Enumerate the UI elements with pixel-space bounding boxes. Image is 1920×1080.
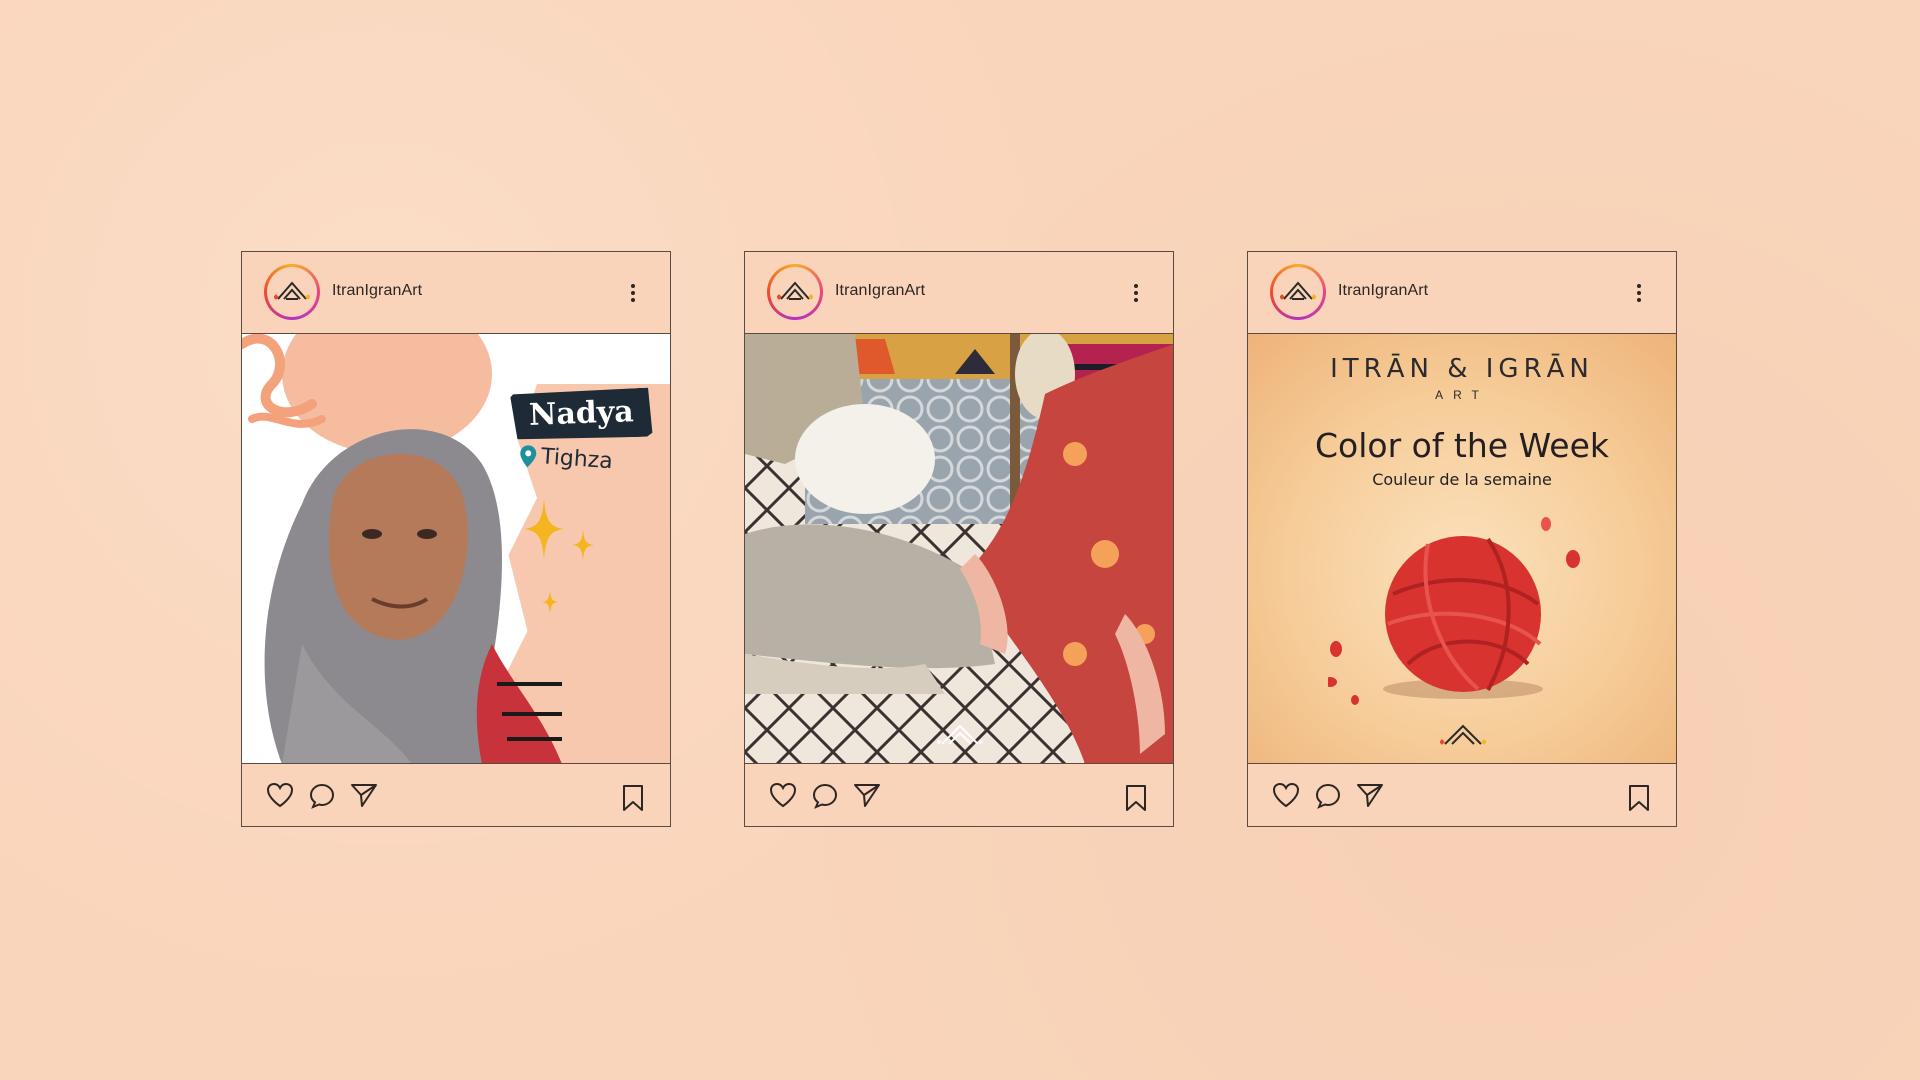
comment-icon[interactable] xyxy=(308,782,336,810)
username[interactable]: ItranIgranArt xyxy=(1338,282,1428,300)
sparkle-icon xyxy=(572,529,594,561)
more-vertical-icon[interactable] xyxy=(1133,282,1139,304)
bookmark-icon[interactable] xyxy=(1628,784,1650,812)
post-image-color-of-week[interactable]: ITRĀN & IGRĀN ART Color of the Week Coul… xyxy=(1248,334,1676,764)
heart-icon[interactable] xyxy=(769,782,797,808)
post-card-1: ItranIgranArt Nadya Tighza xyxy=(241,251,671,827)
brand-title: ITRĀN & IGRĀN xyxy=(1330,354,1594,384)
more-vertical-icon[interactable] xyxy=(630,282,636,304)
heart-icon[interactable] xyxy=(1272,782,1300,808)
comment-icon[interactable] xyxy=(1314,782,1342,810)
sparkle-icon xyxy=(542,590,558,614)
post-header: ItranIgranArt xyxy=(1248,252,1676,334)
post-header: ItranIgranArt xyxy=(745,252,1173,334)
brand-logo-icon xyxy=(267,267,317,317)
heart-icon[interactable] xyxy=(266,782,294,808)
post-card-2: ItranIgranArt xyxy=(744,251,1174,827)
more-vertical-icon[interactable] xyxy=(1636,282,1642,304)
username[interactable]: ItranIgranArt xyxy=(835,282,925,300)
brand-logo-icon xyxy=(770,267,820,317)
yarn-ball-image xyxy=(1328,517,1580,705)
bookmark-icon[interactable] xyxy=(1125,784,1147,812)
page-background: ItranIgranArt Nadya Tighza ItranIgranArt… xyxy=(0,0,1920,1080)
headline: Color of the Week xyxy=(1314,426,1609,465)
name-tag: Nadya xyxy=(510,388,652,442)
woman-portrait xyxy=(264,429,562,763)
post-actions xyxy=(745,764,1173,826)
post-image-portrait[interactable]: Nadya Tighza xyxy=(242,334,670,764)
profile-avatar[interactable] xyxy=(767,264,823,320)
username[interactable]: ItranIgranArt xyxy=(332,282,422,300)
location-text: Tighza xyxy=(540,444,614,475)
location-pin-icon xyxy=(520,444,537,467)
brand-subtitle: ART xyxy=(1435,388,1489,402)
weaving-photo xyxy=(745,334,1173,763)
profile-avatar[interactable] xyxy=(1270,264,1326,320)
post-header: ItranIgranArt xyxy=(242,252,670,334)
send-icon[interactable] xyxy=(350,782,378,808)
bookmark-icon[interactable] xyxy=(622,784,644,812)
post-image-weaving[interactable] xyxy=(745,334,1173,764)
post-card-3: ItranIgranArt ITRĀN & IGRĀN ART Color of… xyxy=(1247,251,1677,827)
send-icon[interactable] xyxy=(853,782,881,808)
post-actions xyxy=(242,764,670,826)
send-icon[interactable] xyxy=(1356,782,1384,808)
post-actions xyxy=(1248,764,1676,826)
subheadline: Couleur de la semaine xyxy=(1372,470,1552,489)
profile-avatar[interactable] xyxy=(264,264,320,320)
sparkle-icon xyxy=(524,499,564,559)
brand-logo-icon xyxy=(1273,267,1323,317)
comment-icon[interactable] xyxy=(811,782,839,810)
footer-logo-icon xyxy=(1440,724,1486,745)
watermark-logo-icon xyxy=(937,724,983,745)
